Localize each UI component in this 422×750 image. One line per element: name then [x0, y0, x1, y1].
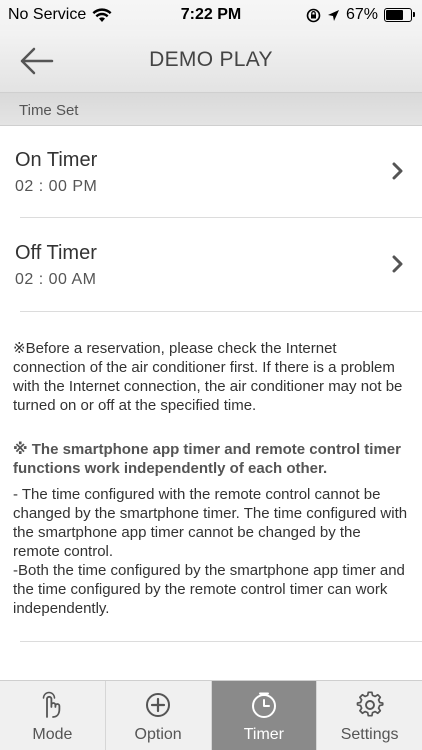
- on-timer-label: On Timer: [15, 149, 98, 171]
- tab-option[interactable]: Option: [106, 681, 212, 750]
- tab-bar: Mode Option Timer Settings: [0, 680, 422, 750]
- rotation-lock-icon: [306, 8, 321, 22]
- tab-mode-label: Mode: [32, 726, 73, 743]
- off-timer-time: 02 : 00 AM: [15, 271, 97, 288]
- divider: [20, 217, 422, 218]
- on-timer-time: 02 : 00 PM: [15, 178, 98, 195]
- off-timer-label: Off Timer: [15, 242, 97, 264]
- section-header: Time Set: [0, 92, 422, 126]
- off-timer-row[interactable]: Off Timer 02 : 00 AM: [0, 220, 422, 310]
- tab-timer[interactable]: Timer: [211, 681, 318, 750]
- status-bar: No Service 7:22 PM 67%: [0, 0, 422, 30]
- note-details: - The time configured with the remote co…: [13, 486, 408, 617]
- touch-hand-icon: [43, 691, 61, 718]
- page-title: DEMO PLAY: [149, 48, 273, 71]
- divider: [20, 311, 422, 312]
- chevron-right-icon: [392, 255, 403, 273]
- tab-mode[interactable]: Mode: [0, 681, 106, 750]
- gear-icon: [356, 691, 384, 717]
- divider: [20, 641, 422, 642]
- battery-icon: [384, 8, 415, 22]
- tab-option-label: Option: [134, 726, 182, 743]
- status-right: 67%: [306, 6, 415, 24]
- nav-header: DEMO PLAY: [0, 30, 422, 92]
- section-title: Time Set: [19, 102, 79, 119]
- battery-fill: [386, 10, 404, 20]
- tab-settings-label: Settings: [340, 726, 399, 743]
- clock-icon: [251, 692, 276, 718]
- note-internet: ※Before a reservation, please check the …: [13, 340, 403, 414]
- location-arrow-icon: [327, 9, 339, 21]
- on-timer-row[interactable]: On Timer 02 : 00 PM: [0, 127, 422, 217]
- note-independent: ※ The smartphone app timer and remote co…: [13, 441, 401, 477]
- tab-settings[interactable]: Settings: [317, 681, 422, 750]
- tab-timer-label: Timer: [243, 726, 285, 743]
- plus-circle-icon: [146, 693, 171, 717]
- battery-percent: 67%: [345, 6, 378, 23]
- chevron-right-icon: [392, 162, 403, 180]
